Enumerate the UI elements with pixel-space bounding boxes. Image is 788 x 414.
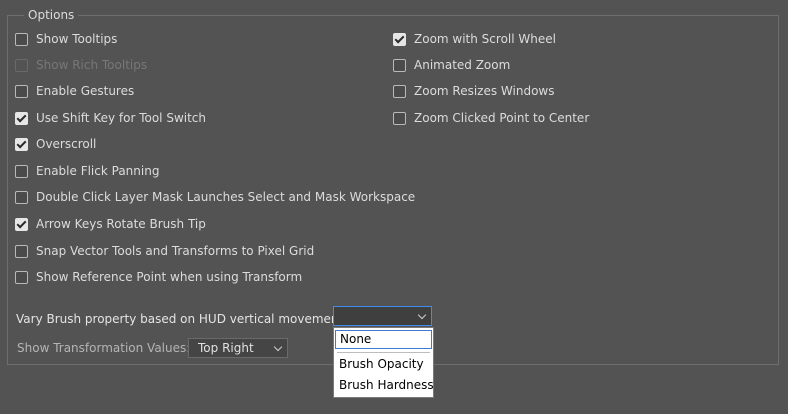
vary-brush-label: Vary Brush property based on HUD vertica…	[16, 312, 348, 326]
checkbox-label: Animated Zoom	[414, 58, 511, 72]
transform-values-value: Top Right	[198, 341, 254, 355]
transform-values-label: Show Transformation Values:	[17, 341, 191, 355]
checkbox-icon	[15, 217, 28, 231]
options-legend: Options	[24, 8, 79, 22]
checkbox-show-tooltips[interactable]: Show Tooltips	[15, 30, 117, 48]
checkbox-label: Zoom with Scroll Wheel	[414, 32, 556, 46]
checkbox-zoom-clicked-point[interactable]: Zoom Clicked Point to Center	[393, 109, 589, 127]
checkbox-label: Enable Gestures	[36, 84, 135, 98]
checkbox-zoom-resizes-windows[interactable]: Zoom Resizes Windows	[393, 82, 555, 100]
checkbox-icon	[15, 137, 28, 151]
checkbox-icon	[15, 270, 28, 284]
checkbox-label: Snap Vector Tools and Transforms to Pixe…	[36, 244, 315, 258]
chevron-down-icon	[417, 310, 427, 320]
checkbox-enable-flick-panning[interactable]: Enable Flick Panning	[15, 162, 159, 180]
checkbox-label: Show Rich Tooltips	[36, 58, 148, 72]
checkbox-icon	[15, 32, 28, 46]
checkbox-icon	[15, 111, 28, 125]
checkbox-overscroll[interactable]: Overscroll	[15, 135, 96, 153]
checkbox-label: Double Click Layer Mask Launches Select …	[36, 190, 416, 204]
checkbox-icon	[393, 58, 406, 72]
checkbox-icon	[393, 111, 406, 125]
checkbox-label: Zoom Resizes Windows	[414, 84, 555, 98]
dropdown-option-none[interactable]: None	[335, 330, 432, 349]
checkbox-show-reference-point[interactable]: Show Reference Point when using Transfor…	[15, 268, 302, 286]
checkbox-label: Show Tooltips	[36, 32, 118, 46]
checkbox-zoom-scroll-wheel[interactable]: Zoom with Scroll Wheel	[393, 30, 556, 48]
vary-brush-dropdown-list: None Brush Opacity Brush Hardness	[333, 327, 434, 398]
dropdown-option-brush-opacity[interactable]: Brush Opacity	[335, 355, 432, 374]
checkbox-icon	[15, 84, 28, 98]
checkbox-label: Show Reference Point when using Transfor…	[36, 270, 303, 284]
checkbox-icon	[15, 58, 28, 72]
checkbox-label: Enable Flick Panning	[36, 164, 160, 178]
checkbox-icon	[15, 164, 28, 178]
checkbox-icon	[15, 244, 28, 258]
dropdown-separator	[337, 352, 430, 353]
checkbox-show-rich-tooltips: Show Rich Tooltips	[15, 56, 147, 74]
checkbox-snap-vector-tools[interactable]: Snap Vector Tools and Transforms to Pixe…	[15, 242, 314, 260]
checkbox-label: Overscroll	[36, 137, 97, 151]
vary-brush-select[interactable]	[333, 306, 432, 326]
checkbox-icon	[15, 190, 28, 204]
dropdown-option-brush-hardness[interactable]: Brush Hardness	[335, 376, 434, 395]
checkbox-icon	[393, 84, 406, 98]
checkbox-label: Arrow Keys Rotate Brush Tip	[36, 217, 206, 231]
checkbox-label: Use Shift Key for Tool Switch	[36, 111, 207, 125]
checkbox-label: Zoom Clicked Point to Center	[414, 111, 590, 125]
checkbox-arrow-keys-rotate[interactable]: Arrow Keys Rotate Brush Tip	[15, 215, 206, 233]
checkbox-enable-gestures[interactable]: Enable Gestures	[15, 82, 134, 100]
chevron-down-icon	[273, 342, 283, 352]
checkbox-icon	[393, 32, 406, 46]
checkbox-use-shift-key[interactable]: Use Shift Key for Tool Switch	[15, 109, 206, 127]
checkbox-double-click-layer-mask[interactable]: Double Click Layer Mask Launches Select …	[15, 188, 415, 206]
checkbox-animated-zoom[interactable]: Animated Zoom	[393, 56, 510, 74]
transform-values-select[interactable]: Top Right	[188, 338, 288, 358]
